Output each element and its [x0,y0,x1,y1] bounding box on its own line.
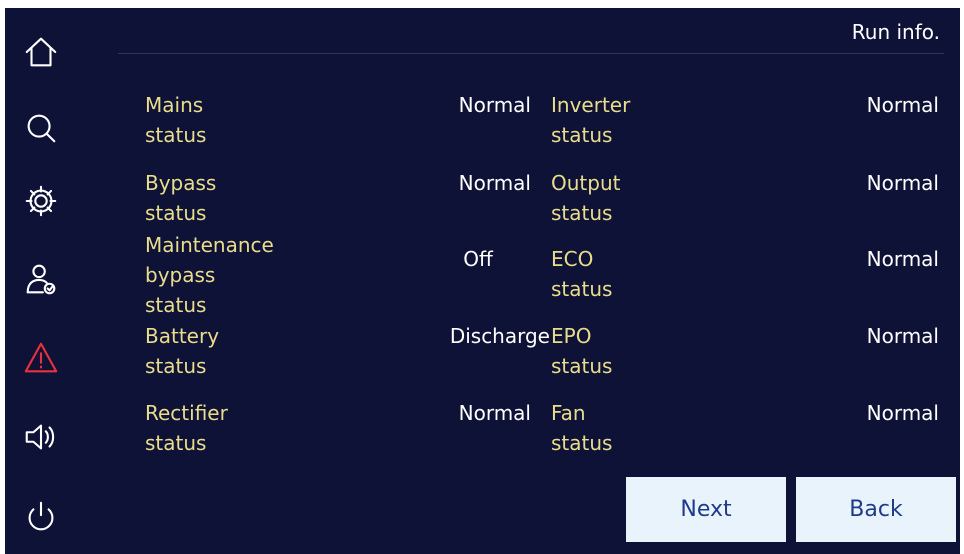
gear-icon [25,185,57,217]
back-button[interactable]: Back [796,477,956,542]
bypass-status-value: Normal [458,171,531,195]
epo-status-value: Normal [866,324,939,348]
home-button[interactable] [19,30,63,74]
epo-status-label: EPO status [551,324,613,378]
title-divider [118,53,944,54]
speaker-icon [25,424,55,450]
maintenance-bypass-label-line2: status [145,293,207,317]
sidebar [5,8,85,554]
eco-status-label: ECO status [551,247,613,301]
rectifier-status-label: Rectifier status [145,401,228,455]
sound-button[interactable] [19,415,63,459]
eco-status-value: Normal [866,247,939,271]
search-button[interactable] [19,106,63,150]
rectifier-status-value: Normal [458,401,531,425]
settings-button[interactable] [19,179,63,223]
battery-status-value: Discharge [449,324,550,348]
output-status-label: Output status [551,171,621,225]
inverter-status-label: Inverter status [551,93,631,147]
user-button[interactable] [19,257,63,301]
mains-status-value: Normal [458,93,531,117]
maintenance-bypass-status-label: Maintenance bypass status [145,230,274,320]
power-button[interactable] [19,495,63,539]
fan-status-value: Normal [866,401,939,425]
output-status-value: Normal [866,171,939,195]
page-title: Run info. [851,20,940,44]
fan-status-label: Fan status [551,401,613,455]
bypass-status-label: Bypass status [145,171,217,225]
maintenance-bypass-label-line1: Maintenance bypass [145,233,274,287]
inverter-status-value: Normal [866,93,939,117]
search-icon [27,114,56,143]
alarm-button[interactable] [19,336,63,380]
user-check-icon [26,264,56,295]
home-icon [25,37,57,67]
battery-status-label: Battery status [145,324,220,378]
maintenance-bypass-status-value: Off [463,247,493,271]
main-panel: Run info. Mains status Normal Bypass sta… [5,8,960,554]
next-button[interactable]: Next [626,477,786,542]
screen: Run info. Mains status Normal Bypass sta… [0,0,964,554]
alarm-warning-icon [24,342,58,373]
power-icon [28,501,54,531]
mains-status-label: Mains status [145,93,207,147]
